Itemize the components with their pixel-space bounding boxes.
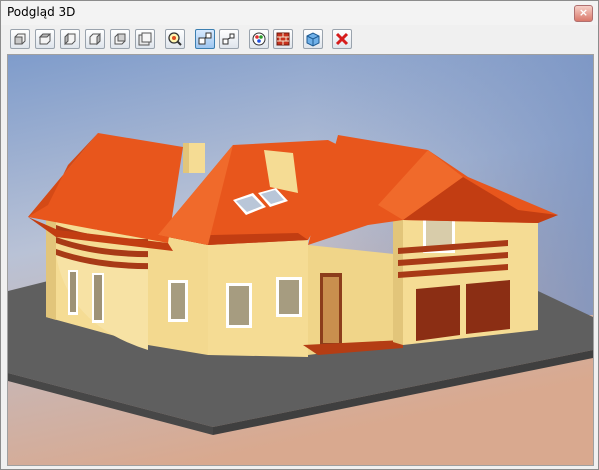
box-top-view-icon bbox=[38, 33, 52, 45]
export-button[interactable] bbox=[303, 29, 323, 49]
left-view-button[interactable] bbox=[60, 29, 80, 49]
box-front-view-icon bbox=[14, 33, 26, 45]
window-title: Podgląd 3D bbox=[7, 5, 76, 19]
perspective-far-button[interactable] bbox=[219, 29, 239, 49]
window-close-button[interactable]: × bbox=[574, 5, 593, 22]
close-preview-button[interactable] bbox=[332, 29, 352, 49]
texture-button[interactable] bbox=[273, 29, 293, 49]
perspective-near-button[interactable] bbox=[195, 29, 215, 49]
close-red-icon bbox=[335, 32, 349, 46]
back-view-button[interactable] bbox=[110, 29, 130, 49]
zoom-button[interactable] bbox=[165, 29, 185, 49]
brick-texture-icon bbox=[276, 32, 290, 46]
front-view-button[interactable] bbox=[10, 29, 30, 49]
preview-3d-window: Podgląd 3D × bbox=[0, 0, 599, 470]
top-view-button[interactable] bbox=[35, 29, 55, 49]
right-view-button[interactable] bbox=[85, 29, 105, 49]
house-3d-render bbox=[8, 55, 593, 465]
box-back-view-icon bbox=[114, 33, 126, 45]
perspective-near-icon bbox=[198, 32, 212, 45]
3d-viewport[interactable] bbox=[7, 54, 594, 466]
toolbar bbox=[1, 25, 598, 53]
title-bar[interactable]: Podgląd 3D × bbox=[1, 1, 598, 25]
box-left-view-icon bbox=[64, 32, 76, 46]
box-fit-view-icon bbox=[138, 32, 152, 46]
export-model-icon bbox=[306, 32, 320, 47]
color-palette-icon bbox=[252, 32, 266, 46]
perspective-far-icon bbox=[222, 33, 235, 45]
colors-button[interactable] bbox=[249, 29, 269, 49]
box-right-view-icon bbox=[89, 32, 101, 46]
fit-view-button[interactable] bbox=[135, 29, 155, 49]
zoom-icon bbox=[168, 32, 182, 46]
